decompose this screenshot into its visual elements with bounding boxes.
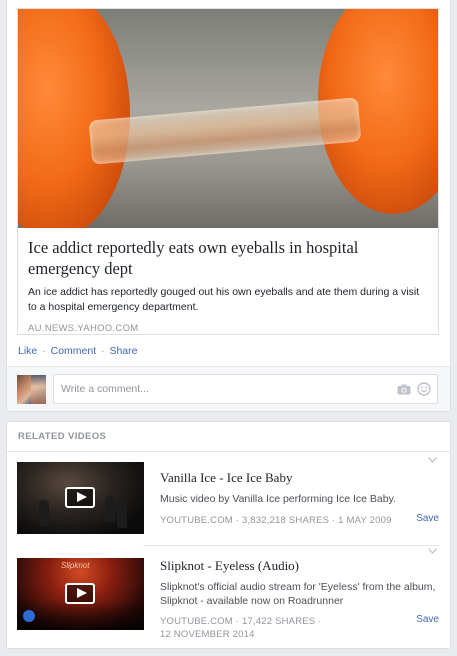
avatar[interactable] [17,375,46,404]
video-info: Slipknot - Eyeless (Audio) Slipknot's of… [160,557,439,641]
comment-composer: Write a comment... [7,366,450,411]
video-meta: YOUTUBE.COM · 17,422 SHARES · 12 NOVEMBE… [160,615,439,641]
play-icon[interactable] [65,583,95,604]
save-button[interactable]: Save [416,513,439,524]
link-preview-text: Ice addict reportedly eats own eyeballs … [28,237,430,334]
video-meta: YOUTUBE.COM · 3,832,218 SHARES · 1 MAY 2… [160,515,392,526]
related-video-item[interactable]: Vanilla Ice - Ice Ice Baby Music video b… [17,457,439,552]
comment-input[interactable]: Write a comment... [53,374,438,404]
thumbnail-figure [39,500,49,526]
divider [143,545,439,546]
play-icon[interactable] [65,487,95,508]
divider [7,451,450,452]
comment-link[interactable]: Comment [51,345,97,357]
video-title[interactable]: Vanilla Ice - Ice Ice Baby [160,469,439,486]
video-info: Vanilla Ice - Ice Ice Baby Music video b… [160,462,439,527]
chevron-down-icon[interactable] [428,457,437,463]
chevron-down-icon[interactable] [428,548,437,554]
related-video-item[interactable]: Slipknot Slipknot - Eyeless (Audio) Slip… [17,548,439,647]
action-separator: · [42,345,46,357]
thumbnail-figure [117,502,127,528]
related-videos-header: RELATED VIDEOS [18,431,107,442]
like-link[interactable]: Like [18,345,37,357]
warner-music-logo [23,610,35,622]
thumbnail-figure [105,496,115,522]
link-preview-image[interactable] [18,9,438,228]
video-meta-line: 12 NOVEMBER 2014 [160,629,255,640]
video-thumbnail[interactable]: Slipknot [17,558,144,630]
link-title[interactable]: Ice addict reportedly eats own eyeballs … [28,237,430,279]
link-domain: AU.NEWS.YAHOO.COM [28,323,139,334]
video-thumbnail[interactable] [17,462,144,534]
save-button[interactable]: Save [416,614,439,625]
post-actions: Like · Comment · Share [18,345,138,357]
link-description: An ice addict has reportedly gouged out … [28,286,420,313]
smile-icon[interactable] [417,382,431,396]
thumbnail-overlay-text: Slipknot [61,561,90,570]
video-meta-line: YOUTUBE.COM · 17,422 SHARES · [160,616,322,627]
news-feed-post: Ice addict reportedly eats own eyeballs … [6,0,451,412]
share-link[interactable]: Share [109,345,137,357]
link-preview[interactable]: Ice addict reportedly eats own eyeballs … [17,8,439,335]
action-separator: · [101,345,105,357]
video-description: Music video by Vanilla Ice performing Ic… [160,493,396,505]
related-videos-card: RELATED VIDEOS Vanilla Ice - Ice Ice Bab… [6,421,451,649]
camera-icon[interactable] [397,384,411,395]
video-title[interactable]: Slipknot - Eyeless (Audio) [160,557,439,574]
comment-placeholder: Write a comment... [61,383,149,395]
video-description: Slipknot's official audio stream for 'Ey… [160,581,436,607]
